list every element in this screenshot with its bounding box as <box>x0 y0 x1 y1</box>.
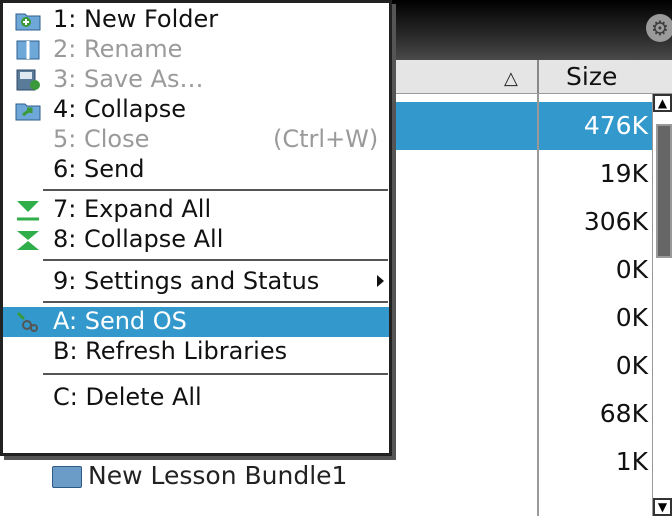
row-size: 0K <box>615 303 648 332</box>
collapse-folder-icon <box>15 103 41 121</box>
menu-item-new-folder[interactable]: 1: New Folder <box>3 5 389 35</box>
menu-item-save-as[interactable]: 3: Save As… <box>3 65 389 95</box>
row-size: 1K <box>615 447 648 476</box>
column-divider <box>537 94 539 516</box>
row-size: 0K <box>615 351 648 380</box>
gear-icon[interactable]: ⚙ <box>646 14 672 42</box>
menu-item-label: 5: Close <box>53 125 150 153</box>
vertical-scrollbar[interactable]: ▲ ▼ <box>652 94 672 516</box>
save-as-icon <box>16 69 40 91</box>
row-size: 68K <box>599 399 648 428</box>
menu-item-label: A: Send OS <box>53 307 187 335</box>
menu-item-label: 8: Collapse All <box>53 225 224 253</box>
menu-item-label: B: Refresh Libraries <box>53 337 288 365</box>
header-divider <box>537 60 539 93</box>
list-item-label: New Lesson Bundle1 <box>88 461 348 490</box>
menu-item-close[interactable]: 5: Close (Ctrl+W) <box>3 125 389 155</box>
expand-all-icon <box>17 201 39 221</box>
menu-divider <box>43 301 388 303</box>
send-os-icon <box>16 311 38 332</box>
row-size: 0K <box>615 255 648 284</box>
row-size: 476K <box>583 111 648 140</box>
row-size: 306K <box>583 207 648 236</box>
menu-item-label: 6: Send <box>53 155 145 183</box>
menu-divider <box>43 373 388 375</box>
collapse-all-icon <box>17 231 39 250</box>
menu-item-expand-all[interactable]: 7: Expand All <box>3 195 389 225</box>
menu-item-label: C: Delete All <box>53 383 202 411</box>
menu-item-label: 4: Collapse <box>53 95 186 123</box>
menu-item-rename[interactable]: 2: Rename <box>3 35 389 65</box>
scroll-up-icon[interactable]: ▲ <box>653 94 672 112</box>
menu-item-settings-and-status[interactable]: 9: Settings and Status <box>3 267 389 297</box>
rename-icon <box>16 40 40 60</box>
menu-item-send-os[interactable]: A: Send OS <box>3 307 389 337</box>
menu-item-shortcut: (Ctrl+W) <box>273 125 379 153</box>
submenu-arrow-icon <box>377 275 384 287</box>
menu-item-delete-all[interactable]: C: Delete All <box>3 383 389 413</box>
menu-item-send[interactable]: 6: Send <box>3 155 389 185</box>
menu-item-collapse-all[interactable]: 8: Collapse All <box>3 225 389 255</box>
menu-item-collapse[interactable]: 4: Collapse <box>3 95 389 125</box>
menu-item-label: 7: Expand All <box>53 195 212 223</box>
menu-item-label: 1: New Folder <box>53 5 219 33</box>
context-menu: 1: New Folder 2: Rename 3: Save As… 4: C… <box>0 0 392 456</box>
scroll-down-icon[interactable]: ▼ <box>653 498 672 516</box>
row-size: 19K <box>599 159 648 188</box>
menu-item-label: 3: Save As… <box>53 65 204 93</box>
lesson-bundle-icon <box>52 466 82 488</box>
menu-item-label: 9: Settings and Status <box>53 267 320 295</box>
scrollbar-thumb[interactable] <box>656 124 672 258</box>
list-item-new-lesson-bundle[interactable]: New Lesson Bundle1 <box>52 461 347 490</box>
menu-item-label: 2: Rename <box>53 35 183 63</box>
size-column-header[interactable]: Size <box>566 62 617 91</box>
menu-item-refresh-libraries[interactable]: B: Refresh Libraries <box>3 337 389 367</box>
sort-ascending-icon[interactable]: △ <box>504 68 518 89</box>
menu-divider <box>43 189 388 191</box>
new-folder-icon <box>15 13 41 31</box>
menu-divider <box>43 259 388 261</box>
